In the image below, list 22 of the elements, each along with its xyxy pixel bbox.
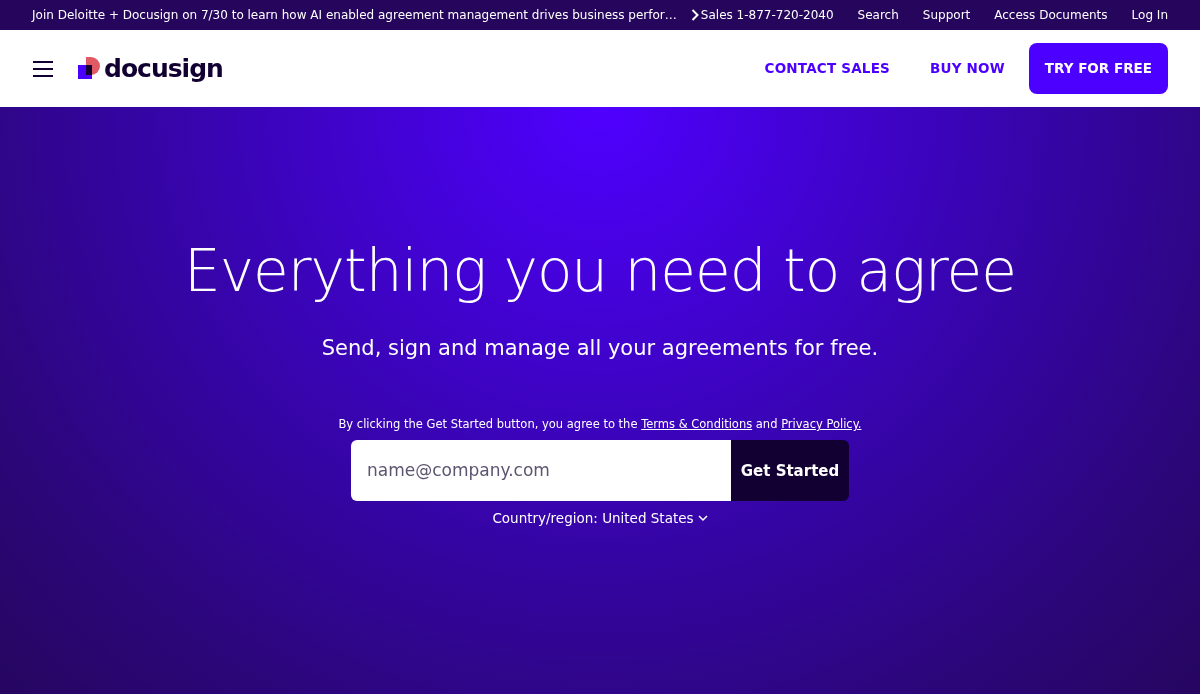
chevron-down-icon [697,514,708,522]
utility-link[interactable]: Search [857,6,899,24]
hero-subtitle: Send, sign and manage all your agreements for free. [320,334,880,362]
hero-title: Everything you need to agree [183,237,1017,307]
chevron-right-icon [690,9,699,21]
utility-link[interactable]: Support [922,6,971,24]
header-link[interactable]: CONTACT SALES [764,58,890,79]
terms-link[interactable]: Terms & Conditions [641,417,753,432]
try-for-free-button[interactable]: TRY FOR FREE [1028,43,1168,94]
menu-icon[interactable] [32,59,54,78]
email-field[interactable]: name@company.com [351,440,731,502]
logo-wordmark[interactable]: docusign [104,49,223,88]
utility-link[interactable]: Log In [1131,6,1168,24]
logo-icon [78,56,100,81]
header-link[interactable]: BUY NOW [930,58,1005,79]
get-started-button[interactable]: Get Started [731,440,849,502]
country-selector[interactable]: Country/region: United States [486,507,714,530]
utility-link[interactable]: Sales 1-877-720-2040 [700,6,834,24]
utility-link[interactable]: Access Documents [994,6,1108,24]
privacy-link[interactable]: Privacy Policy. [781,417,862,432]
announcement-link[interactable]: Join Deloitte + Docusign on 7/30 to learn how AI enabled agreement management drives business perfor… [32,6,699,24]
consent-text: By clicking the Get Started button, you agree to the Terms & Conditions and Privacy Policy. [337,416,863,434]
